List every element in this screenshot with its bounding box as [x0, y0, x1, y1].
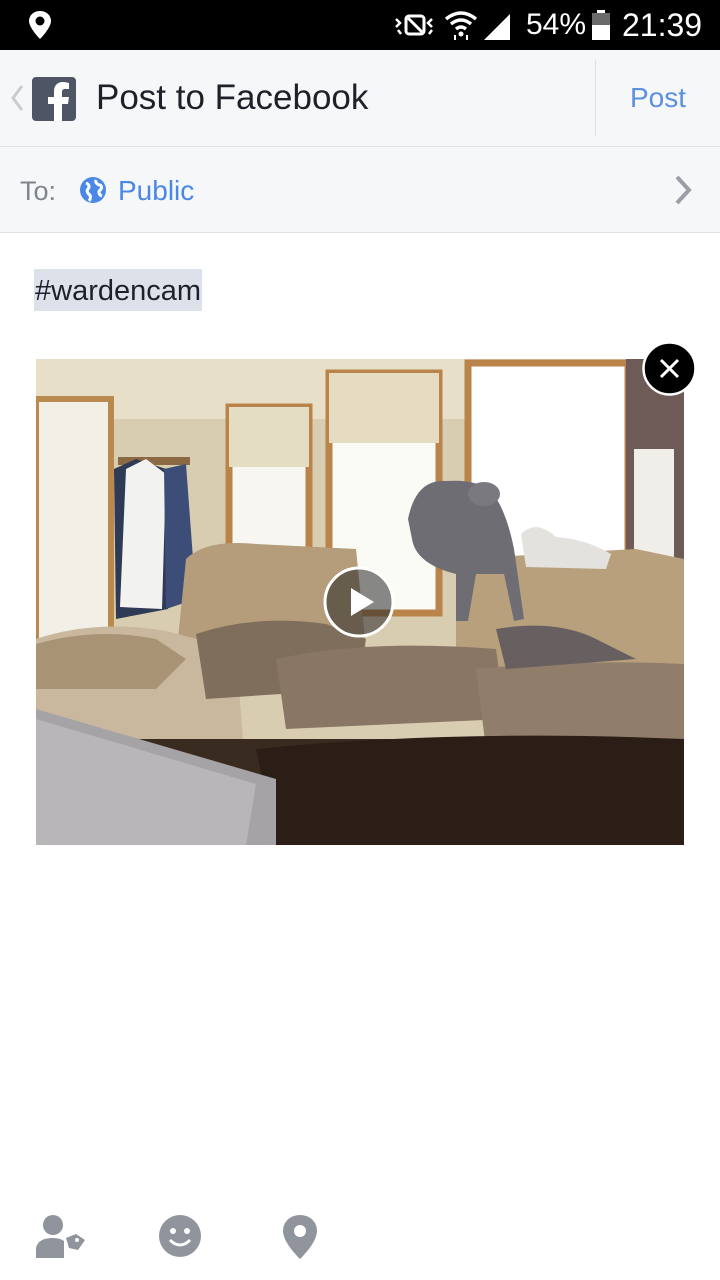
check-in-icon[interactable]: [282, 1214, 318, 1260]
status-bar: 54% 21:39: [0, 0, 720, 50]
header: Post to Facebook Post: [0, 50, 720, 147]
facebook-logo-icon: [32, 77, 76, 121]
post-text-input[interactable]: #wardencam: [34, 269, 203, 311]
chevron-right-icon: [675, 175, 692, 205]
post-button[interactable]: Post: [596, 50, 720, 146]
audience-value: Public: [118, 175, 195, 206]
location-icon: [29, 11, 51, 39]
feeling-icon[interactable]: [158, 1214, 202, 1258]
audience-selector[interactable]: To: Public: [0, 147, 720, 233]
battery-icon: [592, 10, 610, 40]
close-icon[interactable]: [642, 341, 697, 396]
wifi-icon: [444, 11, 478, 40]
tag-people-icon[interactable]: [36, 1214, 86, 1258]
mute-icon: [395, 14, 433, 36]
play-icon[interactable]: [323, 566, 395, 638]
clock: 21:39: [622, 7, 703, 43]
signal-icon: [484, 14, 510, 40]
to-label: To:: [20, 176, 57, 206]
back-icon[interactable]: [8, 78, 26, 118]
battery-percentage: 54%: [526, 8, 587, 41]
page-title: Post to Facebook: [96, 78, 369, 117]
globe-icon: [80, 177, 106, 203]
